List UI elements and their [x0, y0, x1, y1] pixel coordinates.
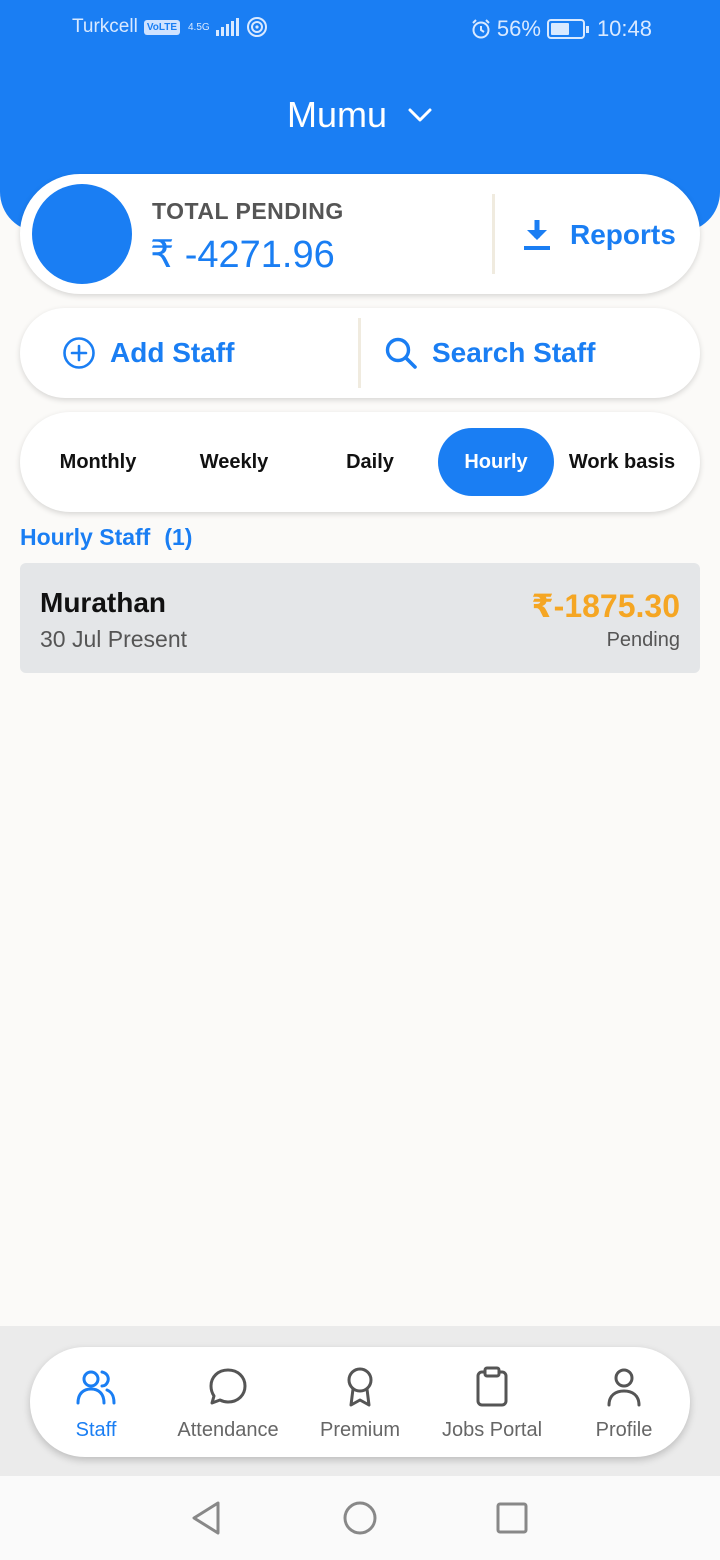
nav-profile[interactable]: Profile	[558, 1347, 690, 1457]
business-name: Mumu	[286, 94, 388, 135]
status-left: Turkcell VoLTE 4.5G	[72, 16, 268, 38]
volte-badge: VoLTE	[143, 19, 180, 35]
chevron-down-icon	[408, 108, 432, 122]
clipboard-icon	[476, 1366, 508, 1407]
staff-name: Murathan	[40, 587, 166, 618]
nav-attendance-label: Attendance	[177, 1419, 279, 1441]
divider	[492, 194, 495, 274]
tab-work-basis[interactable]: Work basis	[560, 428, 684, 496]
alarm-icon	[472, 19, 490, 39]
section-title-text: Hourly Staff	[20, 524, 151, 550]
nav-staff[interactable]: Staff	[30, 1347, 162, 1457]
search-icon	[385, 337, 417, 369]
add-staff-button[interactable]: Add Staff	[62, 308, 234, 398]
total-pending-card: TOTAL PENDING ₹ -4271.96 Reports	[20, 174, 700, 294]
staff-list-item[interactable]: Murathan 30 Jul Present ₹-1875.30 Pendin…	[20, 563, 700, 673]
award-icon	[347, 1367, 373, 1407]
nav-staff-label: Staff	[75, 1419, 117, 1441]
nav-profile-label: Profile	[595, 1419, 653, 1441]
chat-bubble-icon	[209, 1368, 247, 1405]
tab-hourly[interactable]: Hourly	[438, 428, 554, 496]
back-icon[interactable]	[186, 1498, 226, 1538]
download-icon	[524, 220, 550, 250]
clock: 10:48	[596, 16, 652, 41]
battery-percent: 56%	[496, 16, 541, 41]
staff-actions-card: Add Staff Search Staff	[20, 308, 700, 398]
search-staff-button[interactable]: Search Staff	[384, 308, 595, 398]
nav-attendance[interactable]: Attendance	[162, 1347, 294, 1457]
pay-type-tabs: Monthly Weekly Daily Hourly Work basis	[20, 412, 700, 512]
section-count: (1)	[164, 524, 193, 550]
user-icon	[607, 1368, 641, 1407]
section-title: Hourly Staff (1)	[20, 524, 192, 551]
recents-icon[interactable]	[492, 1498, 532, 1538]
business-selector[interactable]: Mumu	[0, 94, 720, 136]
home-icon[interactable]	[340, 1498, 380, 1538]
users-icon	[76, 1370, 116, 1405]
staff-attendance: 30 Jul Present	[40, 626, 188, 652]
add-staff-label: Add Staff	[110, 337, 235, 368]
tab-daily[interactable]: Daily	[304, 428, 436, 496]
avatar	[32, 184, 132, 284]
total-pending-amount: ₹ -4271.96	[150, 234, 335, 276]
search-staff-label: Search Staff	[432, 337, 596, 368]
nav-premium[interactable]: Premium	[294, 1347, 426, 1457]
nav-premium-label: Premium	[319, 1419, 400, 1441]
staff-amount: ₹-1875.30	[531, 588, 680, 624]
status-bar: Turkcell VoLTE 4.5G 56% 10:48	[0, 0, 720, 56]
bottom-navigation: Staff Attendance Premium Jobs Portal Pro…	[30, 1347, 690, 1457]
staff-status: Pending	[606, 629, 680, 651]
reports-label: Reports	[570, 219, 676, 250]
tab-weekly[interactable]: Weekly	[168, 428, 300, 496]
status-right: 56% 10:48	[471, 16, 652, 42]
tab-monthly[interactable]: Monthly	[32, 428, 164, 496]
carrier-name: Turkcell	[72, 16, 138, 37]
network-type: 4.5G	[188, 21, 210, 33]
hotspot-icon	[246, 17, 267, 37]
system-navigation-bar	[0, 1476, 720, 1560]
total-pending-label: TOTAL PENDING	[152, 198, 344, 224]
divider	[358, 318, 361, 388]
add-circle-icon	[63, 337, 95, 369]
reports-button[interactable]: Reports	[522, 218, 676, 252]
signal-icon	[215, 18, 239, 36]
app-screen: Turkcell VoLTE 4.5G 56% 10:48 Mumu TOTAL…	[0, 0, 720, 1560]
nav-jobs-portal-label: Jobs Portal	[441, 1419, 543, 1441]
battery-icon	[546, 19, 589, 39]
nav-jobs-portal[interactable]: Jobs Portal	[426, 1347, 558, 1457]
